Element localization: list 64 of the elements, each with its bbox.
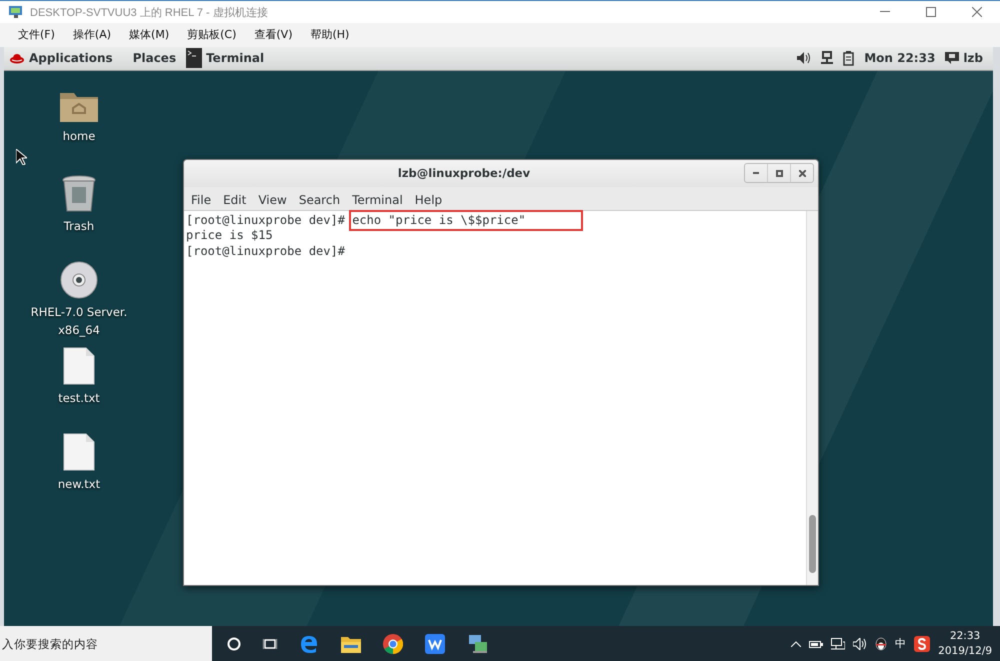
user-icon <box>945 52 960 64</box>
menu-item[interactable]: 查看(V) <box>246 25 300 44</box>
volume-icon[interactable] <box>853 638 868 650</box>
folder-icon[interactable] <box>341 634 361 652</box>
trash-icon <box>62 174 96 213</box>
edge-browser-icon[interactable] <box>299 634 319 654</box>
penguin-icon[interactable] <box>875 636 888 650</box>
taskbar-date[interactable]: 2019/12/9 <box>938 644 992 658</box>
chrome-icon[interactable] <box>383 634 403 654</box>
desktop-icon-label[interactable]: Trash <box>64 216 94 235</box>
maximize-icon <box>776 170 782 177</box>
menu-item[interactable]: 文件(F) <box>10 25 63 44</box>
applications-menu[interactable]: Applications <box>29 51 113 66</box>
menu-item[interactable]: View <box>253 192 292 210</box>
window-title: DESKTOP-SVTVUU3 上的 RHEL 7 - 虚拟机连接 <box>30 6 269 20</box>
menu-item[interactable]: 媒体(M) <box>121 25 178 44</box>
desktop-icon-label[interactable]: RHEL-7.0 Server. x86_64 <box>30 302 128 339</box>
terminal-task-button[interactable]: Terminal <box>186 46 270 70</box>
chevron-up-icon[interactable] <box>791 640 802 646</box>
task-view-icon[interactable] <box>263 636 277 650</box>
scrollbar[interactable] <box>806 210 818 585</box>
input-method-indicator[interactable]: 中 <box>895 636 906 651</box>
clock[interactable]: Mon 22:33 <box>864 51 936 66</box>
close-icon <box>972 7 982 17</box>
menu-item[interactable]: Help <box>410 192 448 210</box>
desktop-icon-label[interactable]: test.txt <box>58 388 100 407</box>
circle-icon[interactable] <box>227 636 241 650</box>
places-menu[interactable]: Places <box>122 51 186 66</box>
menu-item[interactable]: Terminal <box>347 192 408 210</box>
minimize-icon <box>753 172 759 174</box>
file-icon <box>62 346 95 385</box>
desktop-icon-label[interactable]: home <box>62 126 96 145</box>
file-icon <box>62 432 95 471</box>
battery-icon[interactable] <box>809 638 824 648</box>
vm-connection-icon <box>8 5 24 19</box>
menu-item[interactable]: Edit <box>218 192 252 210</box>
menu-item[interactable]: 剪贴板(C) <box>179 25 244 44</box>
volume-icon[interactable] <box>797 52 812 64</box>
shell-prompt: [root@linuxprobe dev]# <box>186 244 345 260</box>
highlighted-command: echo "price is \$$price" <box>352 212 580 228</box>
network-computers-icon[interactable] <box>467 634 489 654</box>
close-icon <box>798 170 806 177</box>
battery-icon[interactable] <box>843 50 854 66</box>
mouse-pointer-icon <box>16 148 27 165</box>
search-field[interactable]: 入你要搜索的内容 <box>0 626 212 661</box>
desktop-icon-label[interactable]: new.txt <box>58 474 100 493</box>
terminal-title: lzb@linuxprobe:/dev <box>396 166 532 180</box>
menu-item[interactable]: File <box>186 192 216 210</box>
taskbar-time[interactable]: 22:33 <box>950 628 980 644</box>
network-icon[interactable] <box>821 51 834 66</box>
command-output: price is $15 <box>186 228 273 244</box>
terminal-icon <box>186 48 202 68</box>
network-icon[interactable] <box>831 638 846 650</box>
hat-icon <box>10 52 24 64</box>
maximize-icon <box>926 7 936 17</box>
menu-item[interactable]: 帮助(H) <box>302 25 358 44</box>
shell-prompt: [root@linuxprobe dev]# <box>186 212 345 228</box>
menu-item[interactable]: Search <box>294 192 346 210</box>
wps-office-icon[interactable] <box>425 634 445 654</box>
menu-item[interactable]: 操作(A) <box>64 25 120 44</box>
minimize-icon <box>880 11 890 13</box>
dvd-disc-icon <box>60 260 98 299</box>
user-menu[interactable]: lzb <box>963 51 983 66</box>
sogou-ime-icon[interactable] <box>914 636 930 652</box>
